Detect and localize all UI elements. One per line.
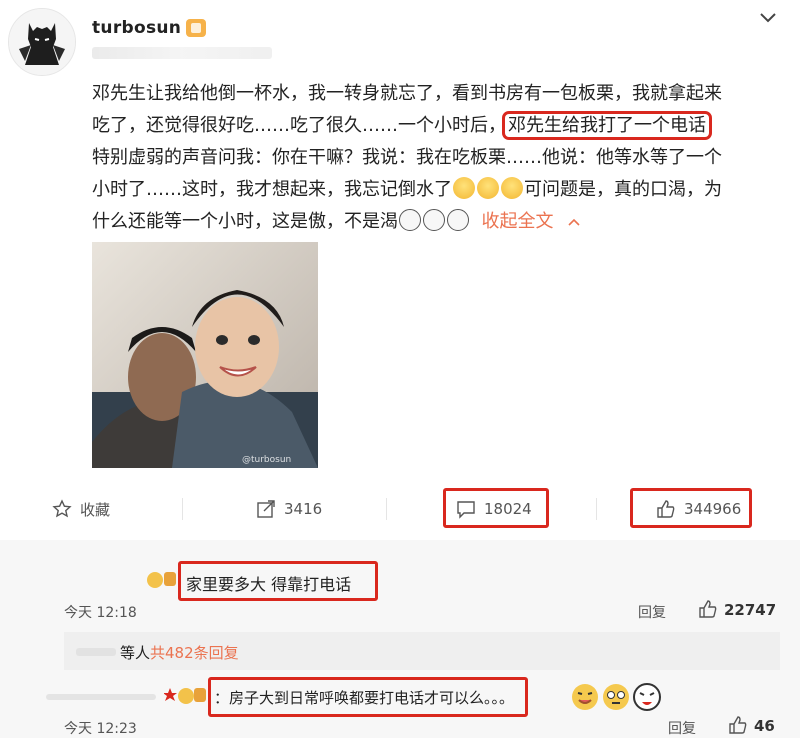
commenter-avatar[interactable] <box>146 568 178 590</box>
blurred-names <box>46 694 156 700</box>
batman-avatar-icon <box>9 9 75 75</box>
post-line: 特别虚弱的声音问我：你在干嘛？我说：我在吃板栗……他说：他等水等了一个 <box>92 147 722 168</box>
post-line: 什么还能等一个小时，这是傲，不是渴 收起全文 <box>92 206 782 238</box>
comment-count: 18024 <box>484 500 532 518</box>
username[interactable]: turbosun <box>92 18 181 38</box>
comment-time: 今天 12:23 <box>64 721 137 737</box>
star-icon <box>52 499 72 518</box>
post-text: 可问题是，真的口渴，为 <box>524 179 722 200</box>
vip-badge-icon <box>186 19 206 37</box>
repost-count: 3416 <box>284 500 323 518</box>
post-text: 什么还能等一个小时，这是傲，不是渴 <box>92 211 398 232</box>
highlighted-text: 邓先生给我打了一个电话 <box>502 111 712 140</box>
grimace-emoji-icon <box>447 209 469 231</box>
action-bar: 收藏 3416 18024 344966 <box>0 486 800 532</box>
comment-like-count: 22747 <box>724 601 777 619</box>
sub-replies-summary[interactable]: 等人共482条回复 <box>120 642 239 663</box>
reply-button[interactable]: 回复 <box>638 602 666 622</box>
chevron-down-icon[interactable] <box>756 6 780 30</box>
comment-text: 家里要多大 得靠打电话 <box>186 575 352 594</box>
commenter-emoji-icon <box>163 688 206 704</box>
post-meta-blurred <box>92 47 272 59</box>
collapse-full-text-link[interactable]: 收起全文 <box>481 211 553 232</box>
like-button[interactable]: 344966 <box>656 486 741 532</box>
reply-button[interactable]: 回复 <box>668 718 696 738</box>
divider <box>386 498 387 520</box>
favorite-button[interactable]: 收藏 <box>52 486 110 532</box>
thumbs-up-icon <box>657 500 675 518</box>
photo-watermark: @turbosun <box>242 455 291 465</box>
repost-button[interactable]: 3416 <box>256 486 322 532</box>
commenter-avatar[interactable] <box>163 684 208 706</box>
share-icon <box>257 500 275 518</box>
commenter-emoji-icon <box>147 572 176 588</box>
laugh-cry-emoji-icon <box>477 177 499 199</box>
comment-text: ：房子大到日常呼唤都要打电话才可以么。。。 <box>214 689 515 707</box>
avatar[interactable] <box>8 8 76 76</box>
post-text: 小时了……这时，我才想起来，我忘记倒水了 <box>92 179 452 200</box>
comment-like-count: 46 <box>754 717 775 735</box>
comment-emojis <box>570 682 662 712</box>
comment-icon <box>457 501 475 519</box>
blurred-names <box>76 648 116 656</box>
comment-time: 今天 12:18 <box>64 605 137 621</box>
divider <box>182 498 183 520</box>
post-text: 吃了，还觉得很好吃……吃了很久……一个小时后， <box>92 115 506 136</box>
post-photo[interactable]: @turbosun <box>92 242 318 468</box>
comment-button[interactable]: 18024 <box>456 486 532 532</box>
sub-replies-prefix: 等人 <box>120 644 151 662</box>
thumbs-up-icon[interactable] <box>698 599 718 619</box>
divider <box>596 498 597 520</box>
post-line: 小时了……这时，我才想起来，我忘记倒水了 可问题是，真的口渴，为 <box>92 174 782 206</box>
like-count: 344966 <box>684 500 742 518</box>
post-body: 邓先生让我给他倒一杯水，我一转身就忘了，看到书房有一包板栗，我就拿起来 吃了，还… <box>92 78 782 238</box>
grimace-emoji-icon <box>399 209 421 231</box>
view-replies-link[interactable]: 共482条回复 <box>150 644 239 662</box>
thumbs-up-icon[interactable] <box>728 715 748 735</box>
chevron-up-icon[interactable] <box>567 217 581 227</box>
favorite-label: 收藏 <box>80 500 111 519</box>
laugh-cry-emoji-icon <box>501 177 523 199</box>
grimace-emoji-icon <box>423 209 445 231</box>
emoji-icons <box>572 683 661 711</box>
selfie-photo-illustration: @turbosun <box>92 242 318 468</box>
post-line: 邓先生让我给他倒一杯水，我一转身就忘了，看到书房有一包板栗，我就拿起来 <box>92 83 722 104</box>
post-line: 吃了，还觉得很好吃……吃了很久……一个小时后， 邓先生给我打了一个电话 <box>92 110 782 142</box>
laugh-cry-emoji-icon <box>453 177 475 199</box>
